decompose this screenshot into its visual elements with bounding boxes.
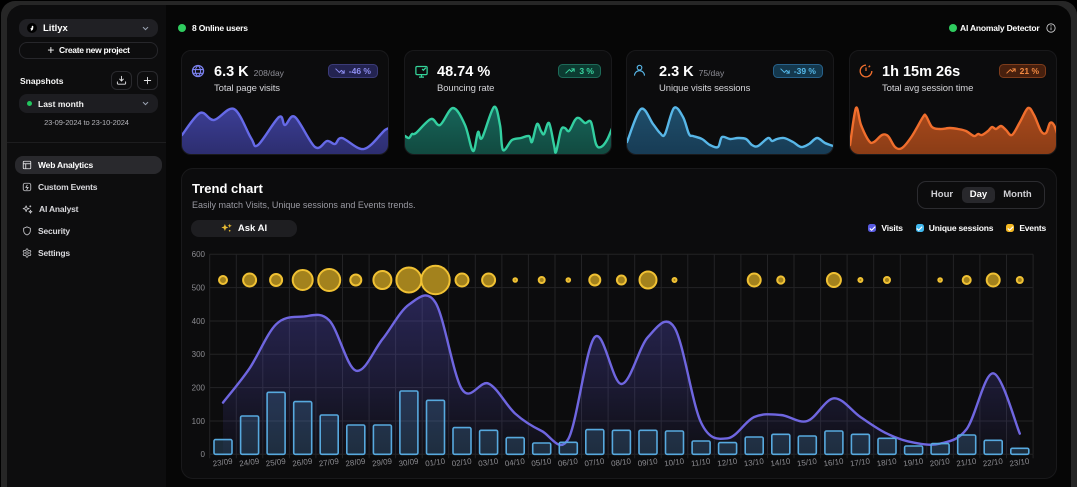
- svg-text:27/09: 27/09: [318, 457, 340, 469]
- svg-text:30/09: 30/09: [398, 457, 420, 469]
- svg-text:02/10: 02/10: [451, 457, 473, 469]
- svg-text:500: 500: [192, 283, 206, 292]
- svg-text:400: 400: [192, 317, 206, 326]
- svg-text:06/10: 06/10: [557, 457, 579, 469]
- svg-text:14/10: 14/10: [770, 457, 792, 469]
- svg-text:26/09: 26/09: [292, 457, 314, 469]
- svg-text:24/09: 24/09: [239, 457, 261, 469]
- svg-text:04/10: 04/10: [504, 457, 526, 469]
- svg-text:13/10: 13/10: [743, 457, 765, 469]
- svg-text:11/10: 11/10: [691, 457, 712, 469]
- svg-text:23/10: 23/10: [1009, 457, 1031, 469]
- svg-text:300: 300: [192, 350, 206, 359]
- svg-text:01/10: 01/10: [425, 457, 447, 469]
- svg-text:600: 600: [192, 250, 206, 259]
- svg-text:29/09: 29/09: [372, 457, 394, 469]
- svg-text:18/10: 18/10: [876, 457, 898, 469]
- svg-text:08/10: 08/10: [611, 457, 633, 469]
- svg-text:20/10: 20/10: [929, 457, 951, 469]
- svg-text:28/09: 28/09: [345, 457, 367, 469]
- svg-text:19/10: 19/10: [903, 457, 925, 469]
- svg-text:200: 200: [192, 383, 206, 392]
- svg-text:0: 0: [201, 450, 206, 459]
- svg-text:23/09: 23/09: [212, 457, 234, 469]
- svg-text:17/10: 17/10: [850, 457, 872, 469]
- svg-text:12/10: 12/10: [717, 457, 739, 469]
- svg-text:05/10: 05/10: [531, 457, 553, 469]
- svg-text:21/10: 21/10: [956, 457, 978, 469]
- svg-text:15/10: 15/10: [796, 457, 818, 469]
- svg-text:09/10: 09/10: [637, 457, 659, 469]
- svg-text:25/09: 25/09: [265, 457, 287, 469]
- svg-text:100: 100: [192, 417, 206, 426]
- svg-text:07/10: 07/10: [584, 457, 606, 469]
- svg-text:10/10: 10/10: [664, 457, 686, 469]
- svg-text:22/10: 22/10: [982, 457, 1004, 469]
- svg-text:03/10: 03/10: [478, 457, 500, 469]
- svg-text:16/10: 16/10: [823, 457, 845, 469]
